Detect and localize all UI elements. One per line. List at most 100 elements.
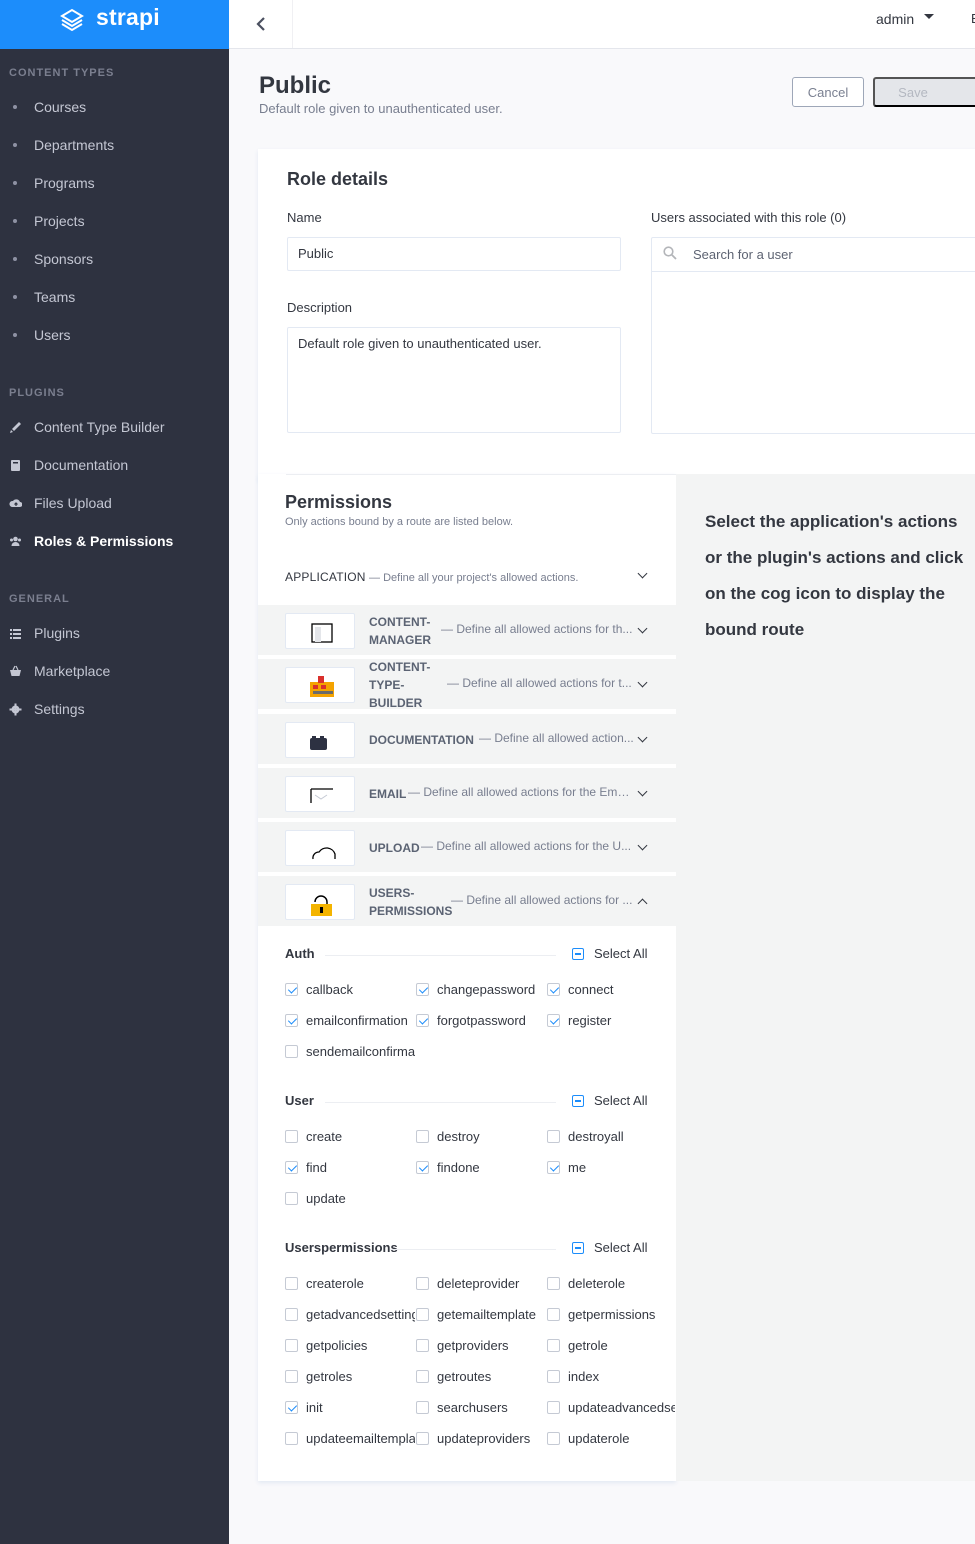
action-checkbox-register[interactable]: register <box>547 1013 675 1028</box>
user-menu[interactable]: admin <box>876 11 914 27</box>
action-checkbox-destroyall[interactable]: destroyall <box>547 1129 675 1144</box>
sidebar-item-content-type-builder[interactable]: Content Type Builder <box>0 412 229 442</box>
cancel-button[interactable]: Cancel <box>792 77 864 107</box>
checkbox[interactable] <box>547 1277 560 1290</box>
checkbox[interactable] <box>547 1014 560 1027</box>
checkbox[interactable] <box>416 1370 429 1383</box>
chevron-down-icon[interactable] <box>637 623 648 634</box>
checkbox[interactable] <box>285 1308 298 1321</box>
language-toggle[interactable]: E <box>971 11 975 26</box>
sidebar-item-settings[interactable]: Settings <box>0 694 229 724</box>
action-checkbox-forgotpassword[interactable]: forgotpassword <box>416 1013 546 1028</box>
chevron-down-icon[interactable] <box>637 677 648 688</box>
action-checkbox-findone[interactable]: findone <box>416 1160 546 1175</box>
sidebar-item-users[interactable]: Users <box>0 320 229 350</box>
back-button[interactable] <box>229 0 293 48</box>
chevron-down-icon[interactable] <box>637 568 648 579</box>
sidebar-item-marketplace[interactable]: Marketplace <box>0 656 229 686</box>
action-checkbox-sendemailconfirmation[interactable]: sendemailconfirmation <box>285 1044 415 1059</box>
checkbox[interactable] <box>416 983 429 996</box>
checkbox[interactable] <box>547 1370 560 1383</box>
action-checkbox-getproviders[interactable]: getproviders <box>416 1338 546 1353</box>
action-checkbox-getpolicies[interactable]: getpolicies <box>285 1338 415 1353</box>
plugin-row-documentation[interactable]: DOCUMENTATION — Define all allowed action… <box>258 714 676 766</box>
checkbox[interactable] <box>416 1161 429 1174</box>
checkbox[interactable] <box>547 1308 560 1321</box>
action-checkbox-callback[interactable]: callback <box>285 982 415 997</box>
plugin-row-content-type-builder[interactable]: CONTENT- TYPE- BUILDER — Define all allow… <box>258 659 676 711</box>
plugin-row-email[interactable]: EMAIL — Define all allowed actions for th… <box>258 768 676 820</box>
plugin-row-users-permissions[interactable]: USERS- PERMISSIONS — Define all allowed a… <box>258 876 676 928</box>
checkbox[interactable] <box>416 1014 429 1027</box>
checkbox[interactable] <box>547 1161 560 1174</box>
select-all-toggle[interactable]: Select All <box>572 1240 647 1255</box>
save-button[interactable]: Save <box>873 77 975 107</box>
action-checkbox-getadvancedsettings[interactable]: getadvancedsettings <box>285 1307 415 1322</box>
checkbox[interactable] <box>547 1401 560 1414</box>
checkbox[interactable] <box>547 1432 560 1445</box>
action-checkbox-connect[interactable]: connect <box>547 982 675 997</box>
checkbox[interactable] <box>285 1014 298 1027</box>
action-checkbox-find[interactable]: find <box>285 1160 415 1175</box>
checkbox[interactable] <box>285 1401 298 1414</box>
sidebar-item-teams[interactable]: Teams <box>0 282 229 312</box>
checkbox[interactable] <box>285 1045 298 1058</box>
action-checkbox-getpermissions[interactable]: getpermissions <box>547 1307 675 1322</box>
checkbox[interactable] <box>416 1277 429 1290</box>
sidebar-item-departments[interactable]: Departments <box>0 130 229 160</box>
action-checkbox-updateemailtemplate[interactable]: updateemailtemplate <box>285 1431 415 1446</box>
action-checkbox-updateproviders[interactable]: updateproviders <box>416 1431 546 1446</box>
sidebar-item-files-upload[interactable]: Files Upload <box>0 488 229 518</box>
action-checkbox-init[interactable]: init <box>285 1400 415 1415</box>
checkbox[interactable] <box>285 1370 298 1383</box>
checkbox[interactable] <box>416 1308 429 1321</box>
sidebar-item-sponsors[interactable]: Sponsors <box>0 244 229 274</box>
action-checkbox-searchusers[interactable]: searchusers <box>416 1400 546 1415</box>
chevron-down-icon[interactable] <box>637 786 648 797</box>
action-checkbox-deleteprovider[interactable]: deleteprovider <box>416 1276 546 1291</box>
sidebar-item-roles-permissions[interactable]: Roles & Permissions <box>0 526 229 556</box>
sidebar-item-projects[interactable]: Projects <box>0 206 229 236</box>
action-checkbox-updateadvancedsettings[interactable]: updateadvancedsettings <box>547 1400 675 1415</box>
action-checkbox-deleterole[interactable]: deleterole <box>547 1276 675 1291</box>
checkbox[interactable] <box>285 1161 298 1174</box>
action-checkbox-me[interactable]: me <box>547 1160 675 1175</box>
checkbox[interactable] <box>285 1192 298 1205</box>
sidebar-item-programs[interactable]: Programs <box>0 168 229 198</box>
action-checkbox-changepassword[interactable]: changepassword <box>416 982 546 997</box>
action-checkbox-createrole[interactable]: createrole <box>285 1276 415 1291</box>
select-all-toggle[interactable]: Select All <box>572 1093 647 1108</box>
chevron-up-icon[interactable] <box>637 898 648 909</box>
sidebar-item-plugins[interactable]: Plugins <box>0 618 229 648</box>
user-search-input[interactable]: Search for a user <box>652 238 975 272</box>
caret-down-icon[interactable] <box>924 14 934 19</box>
action-checkbox-getemailtemplate[interactable]: getemailtemplate <box>416 1307 546 1322</box>
checkbox[interactable] <box>285 1130 298 1143</box>
action-checkbox-create[interactable]: create <box>285 1129 415 1144</box>
chevron-down-icon[interactable] <box>637 732 648 743</box>
checkbox[interactable] <box>416 1401 429 1414</box>
chevron-down-icon[interactable] <box>637 840 648 851</box>
name-input[interactable]: Public <box>287 237 621 271</box>
sidebar-item-documentation[interactable]: Documentation <box>0 450 229 480</box>
checkbox[interactable] <box>285 1277 298 1290</box>
checkbox[interactable] <box>416 1339 429 1352</box>
checkbox[interactable] <box>547 1130 560 1143</box>
plugin-row-content-manager[interactable]: CONTENT- MANAGER — Define all allowed act… <box>258 605 676 657</box>
action-checkbox-destroy[interactable]: destroy <box>416 1129 546 1144</box>
action-checkbox-getroutes[interactable]: getroutes <box>416 1369 546 1384</box>
checkbox[interactable] <box>416 1130 429 1143</box>
checkbox[interactable] <box>285 1339 298 1352</box>
action-checkbox-updaterole[interactable]: updaterole <box>547 1431 675 1446</box>
action-checkbox-getrole[interactable]: getrole <box>547 1338 675 1353</box>
checkbox[interactable] <box>285 1432 298 1445</box>
checkbox[interactable] <box>416 1432 429 1445</box>
checkbox[interactable] <box>547 983 560 996</box>
action-checkbox-index[interactable]: index <box>547 1369 675 1384</box>
application-row[interactable]: APPLICATION — Define all your project's … <box>285 568 650 588</box>
action-checkbox-update[interactable]: update <box>285 1191 415 1206</box>
plugin-row-upload[interactable]: UPLOAD — Define all allowed actions for t… <box>258 822 676 874</box>
brand-header[interactable]: strapi <box>0 0 229 49</box>
action-checkbox-getroles[interactable]: getroles <box>285 1369 415 1384</box>
checkbox[interactable] <box>547 1339 560 1352</box>
